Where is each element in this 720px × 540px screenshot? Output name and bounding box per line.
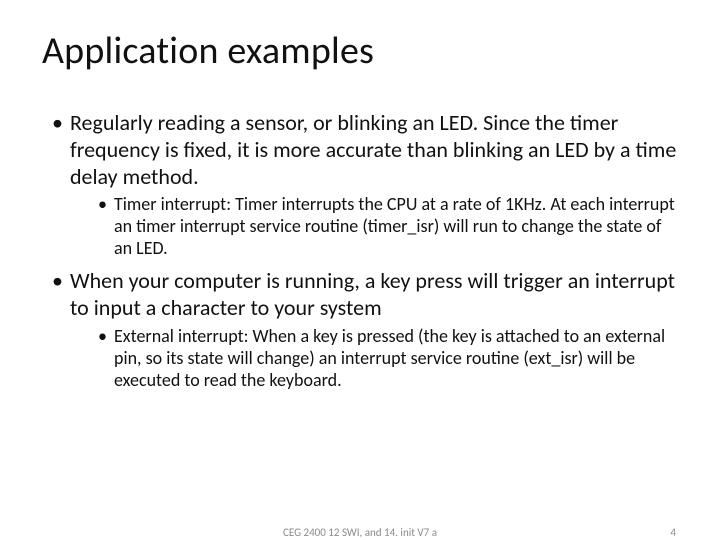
list-item: Timer interrupt: Timer interrupts the CP…	[98, 194, 678, 260]
bullet-list: Regularly reading a sensor, or blinking …	[42, 110, 678, 392]
slide: Application examples Regularly reading a…	[0, 0, 720, 540]
bullet-text: External interrupt: When a key is presse…	[114, 325, 665, 391]
footer-text: CEG 2400 12 SWI, and 14. init V7 a	[283, 526, 437, 539]
bullet-text: When your computer is running, a key pre…	[70, 267, 675, 321]
bullet-text: Timer interrupt: Timer interrupts the CP…	[114, 193, 675, 259]
slide-title: Application examples	[42, 28, 678, 74]
sub-list: External interrupt: When a key is presse…	[70, 326, 678, 392]
sub-list: Timer interrupt: Timer interrupts the CP…	[70, 194, 678, 260]
list-item: External interrupt: When a key is presse…	[98, 326, 678, 392]
list-item: When your computer is running, a key pre…	[52, 268, 678, 392]
page-number: 4	[670, 526, 676, 539]
bullet-text: Regularly reading a sensor, or blinking …	[70, 109, 676, 190]
list-item: Regularly reading a sensor, or blinking …	[52, 110, 678, 260]
